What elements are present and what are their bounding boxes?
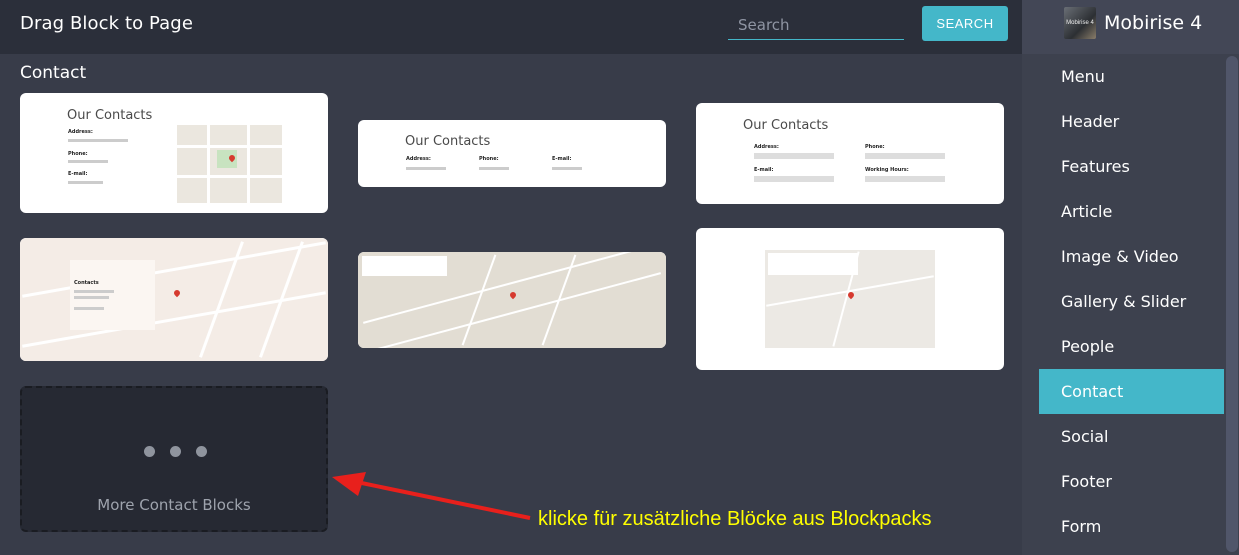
email-label: E-mail:	[754, 167, 774, 173]
sidebar-item-form[interactable]: Form	[1039, 504, 1224, 549]
address-text	[754, 153, 834, 159]
annotation-arrow-icon	[332, 472, 531, 520]
email-text	[552, 167, 582, 170]
annotation-text: klicke für zusätzliche Blöcke aus Blockp…	[538, 508, 932, 530]
map-thumbnail	[765, 250, 935, 348]
address-text	[68, 139, 128, 142]
sidebar-item-features[interactable]: Features	[1039, 144, 1224, 189]
scrollbar-thumb[interactable]	[1226, 56, 1238, 552]
sidebar-item-contact[interactable]: Contact	[1039, 369, 1224, 414]
contacts-heading: Contacts	[74, 280, 99, 286]
sidebar-item-article[interactable]: Article	[1039, 189, 1224, 234]
phone-label: Phone:	[479, 156, 499, 162]
hours-label: Working Hours:	[865, 167, 909, 173]
sidebar-item-social[interactable]: Social	[1039, 414, 1224, 459]
phone-text	[865, 153, 945, 159]
page-title: Drag Block to Page	[20, 13, 194, 34]
sidebar-item-menu[interactable]: Menu	[1039, 54, 1224, 99]
phone-text	[68, 160, 108, 163]
brand-logo: Mobirise 4	[1064, 7, 1096, 39]
map-thumbnail	[358, 252, 666, 348]
contact-block-5[interactable]	[358, 252, 666, 348]
sidebar-item-people[interactable]: People	[1039, 324, 1224, 369]
address-label: Address:	[754, 144, 779, 150]
map-thumbnail	[177, 125, 282, 203]
contact-block-1[interactable]: Our Contacts Address: Phone: E-mail:	[20, 93, 328, 213]
address-label: Address:	[68, 129, 93, 135]
more-blocks-label: More Contact Blocks	[97, 496, 251, 514]
brand-logo-text: Mobirise 4	[1066, 20, 1094, 26]
block-title: Our Contacts	[405, 134, 491, 149]
section-title: Contact	[20, 63, 87, 83]
map-info-box	[362, 256, 447, 276]
brand-name: Mobirise 4	[1104, 12, 1203, 34]
email-label: E-mail:	[552, 156, 572, 162]
map-pin-icon	[846, 290, 856, 300]
map-thumbnail	[20, 238, 328, 361]
contacts-overlay: Contacts	[70, 260, 155, 330]
map-pin-icon	[508, 290, 518, 300]
block-title: Our Contacts	[67, 108, 153, 123]
sidebar: Mobirise 4 Mobirise 4 Menu Header Featur…	[1022, 0, 1239, 555]
contact-block-3[interactable]: Our Contacts Address: Phone: E-mail: Wor…	[696, 103, 1004, 204]
top-bar: Drag Block to Page SEARCH	[0, 0, 1022, 54]
block-category-menu: Menu Header Features Article Image & Vid…	[1039, 54, 1224, 549]
contact-block-4[interactable]: Contacts	[20, 238, 328, 361]
hours-text	[865, 176, 945, 182]
phone-text	[479, 167, 509, 170]
address-text	[406, 167, 446, 170]
contact-block-6[interactable]	[696, 228, 1004, 370]
sidebar-item-image-video[interactable]: Image & Video	[1039, 234, 1224, 279]
sidebar-item-gallery-slider[interactable]: Gallery & Slider	[1039, 279, 1224, 324]
sidebar-item-footer[interactable]: Footer	[1039, 459, 1224, 504]
phone-label: Phone:	[68, 151, 88, 157]
map-info-box	[768, 253, 858, 275]
block-title: Our Contacts	[743, 118, 829, 133]
email-text	[754, 176, 834, 182]
search-input[interactable]	[728, 10, 904, 40]
sidebar-item-header[interactable]: Header	[1039, 99, 1224, 144]
sidebar-scrollbar[interactable]	[1224, 54, 1239, 555]
brand: Mobirise 4 Mobirise 4	[1022, 0, 1239, 54]
phone-label: Phone:	[865, 144, 885, 150]
contact-block-2[interactable]: Our Contacts Address: Phone: E-mail:	[358, 120, 666, 187]
map-pin-icon	[172, 288, 182, 298]
email-label: E-mail:	[68, 171, 88, 177]
address-label: Address:	[406, 156, 431, 162]
email-text	[68, 181, 103, 184]
search-button[interactable]: SEARCH	[922, 6, 1008, 41]
more-dots-icon	[144, 446, 207, 457]
more-contact-blocks-button[interactable]: More Contact Blocks	[20, 386, 328, 532]
